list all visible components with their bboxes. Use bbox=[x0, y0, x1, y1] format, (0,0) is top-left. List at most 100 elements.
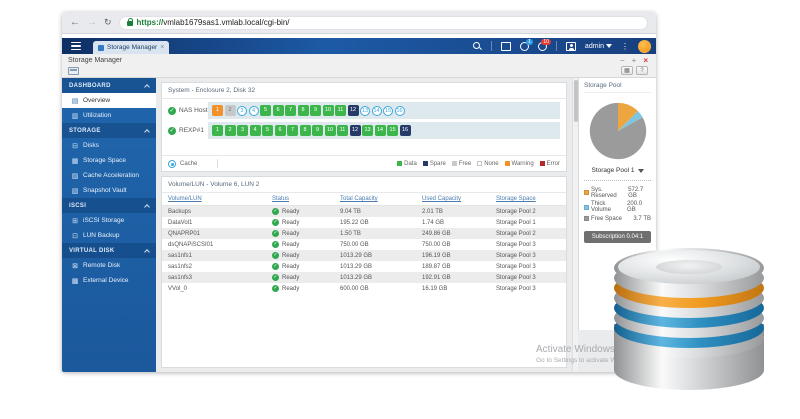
disk-slot-15[interactable]: 15 bbox=[387, 125, 398, 136]
cache-icon bbox=[168, 160, 176, 168]
admin-menu[interactable]: admin bbox=[585, 43, 612, 50]
table-row-qnaprp01[interactable]: QNAPRP01✓Ready1.50 TB249.86 GBStorage Po… bbox=[162, 228, 566, 239]
cache-acceleration-icon: ▨ bbox=[71, 172, 79, 180]
reload-icon[interactable]: ↻ bbox=[104, 18, 112, 27]
tab-close-icon[interactable]: × bbox=[160, 44, 164, 51]
disk-slot-7[interactable]: 7 bbox=[285, 105, 296, 116]
disk-slot-3[interactable]: 3 bbox=[237, 125, 248, 136]
disk-slot-10[interactable]: 10 bbox=[323, 105, 334, 116]
avatar[interactable] bbox=[638, 40, 651, 53]
disk-slot-13[interactable]: 13 bbox=[360, 106, 370, 116]
sidebar-section-iscsi[interactable]: iSCSI bbox=[62, 198, 156, 213]
sidebar-item-disks[interactable]: ⊟Disks bbox=[62, 138, 156, 153]
disk-slot-2[interactable]: 2 bbox=[225, 125, 236, 136]
disk-slot-2[interactable]: 2 bbox=[225, 105, 236, 116]
pool-legend: Sys. Reserved572.7 GBThick Volume200.0 G… bbox=[584, 184, 651, 224]
table-row-datavol1[interactable]: DataVol1✓Ready195.22 GB1.74 GBStorage Po… bbox=[162, 217, 566, 228]
column-header-storage-space[interactable]: Storage Space bbox=[496, 196, 560, 202]
legend-label: Sys. Reserved bbox=[591, 187, 626, 199]
legend-label: Data bbox=[404, 161, 417, 167]
scrollbar-thumb[interactable] bbox=[574, 80, 578, 122]
back-icon[interactable]: ← bbox=[70, 18, 80, 28]
table-row-backups[interactable]: Backups✓Ready9.04 TB2.01 TBStorage Pool … bbox=[162, 206, 566, 217]
more-options-icon[interactable]: ⋮ bbox=[621, 42, 629, 51]
disk-slot-1[interactable]: 1 bbox=[212, 125, 223, 136]
main-menu-icon[interactable] bbox=[71, 40, 81, 52]
disk-slot-6[interactable]: 6 bbox=[275, 125, 286, 136]
enclosure-row: ✓REXP#112345678910111213141516 bbox=[162, 122, 560, 139]
disk-slot-4[interactable]: 4 bbox=[249, 106, 259, 116]
table-row-dsqnapiscsi01[interactable]: dsQNAPiSCSI01✓Ready750.00 GB750.00 GBSto… bbox=[162, 239, 566, 250]
sidebar-item-overview[interactable]: ▤Overview bbox=[62, 93, 156, 108]
forward-icon[interactable]: → bbox=[87, 18, 97, 28]
disk-slot-8[interactable]: 8 bbox=[298, 105, 309, 116]
disk-slot-15[interactable]: 15 bbox=[383, 106, 393, 116]
disk-slot-3[interactable]: 3 bbox=[237, 106, 247, 116]
maximize-button[interactable]: + bbox=[632, 56, 637, 65]
notifications-icon[interactable]: 1 bbox=[520, 42, 529, 51]
table-row-sas1nfs2[interactable]: sas1nfs2✓Ready1013.29 GB189.87 GBStorage… bbox=[162, 261, 566, 272]
volume-table-body: Backups✓Ready9.04 TB2.01 TBStorage Pool … bbox=[162, 206, 566, 294]
sidebar-item-iscsi-storage[interactable]: ⊞iSCSI Storage bbox=[62, 213, 156, 228]
help-button[interactable]: ? bbox=[636, 66, 648, 75]
disk-slot-4[interactable]: 4 bbox=[250, 125, 261, 136]
sidebar-item-remote-disk[interactable]: ⊠Remote Disk bbox=[62, 258, 156, 273]
status-ok-icon: ✓ bbox=[168, 107, 176, 115]
close-button[interactable]: × bbox=[643, 56, 648, 65]
table-row-vvol-0[interactable]: VVol_0✓Ready600.00 GB16.19 GBStorage Poo… bbox=[162, 283, 566, 294]
disk-slot-10[interactable]: 10 bbox=[325, 125, 336, 136]
cell: 1.74 GB bbox=[422, 220, 496, 226]
sidebar-section-dashboard[interactable]: DASHBOARD bbox=[62, 78, 156, 93]
disk-slot-8[interactable]: 8 bbox=[300, 125, 311, 136]
disk-slot-5[interactable]: 5 bbox=[260, 105, 271, 116]
disk-slot-14[interactable]: 14 bbox=[372, 106, 382, 116]
sidebar-item-storage-space[interactable]: ▦Storage Space bbox=[62, 153, 156, 168]
disk-slot-6[interactable]: 6 bbox=[273, 105, 284, 116]
column-header-total-capacity[interactable]: Total Capacity bbox=[340, 196, 422, 202]
disk-slot-9[interactable]: 9 bbox=[310, 105, 321, 116]
enclosure-name: NAS Host bbox=[179, 107, 208, 114]
sidebar-item-snapshot-vault[interactable]: ▧Snapshot Vault bbox=[62, 183, 156, 198]
disk-slot-9[interactable]: 9 bbox=[312, 125, 323, 136]
disk-slot-16[interactable]: 16 bbox=[400, 125, 411, 136]
app-body: DASHBOARD▤Overview▥UtilizationSTORAGE⊟Di… bbox=[62, 78, 656, 372]
pool-selector[interactable]: Storage Pool 1 bbox=[584, 167, 651, 174]
disk-slot-11[interactable]: 11 bbox=[335, 105, 346, 116]
minimize-button[interactable]: − bbox=[620, 56, 625, 65]
address-bar[interactable]: https://vmlab1679sas1.vmlab.local/cgi-bi… bbox=[119, 16, 648, 30]
disk-slot-5[interactable]: 5 bbox=[262, 125, 273, 136]
disk-slot-16[interactable]: 16 bbox=[395, 106, 405, 116]
disk-slot-1[interactable]: 1 bbox=[212, 105, 223, 116]
table-row-sas1nfs3[interactable]: sas1nfs3✓Ready1013.29 GB192.91 GBStorage… bbox=[162, 272, 566, 283]
sidebar-item-utilization[interactable]: ▥Utilization bbox=[62, 108, 156, 123]
status-cell: ✓Ready bbox=[272, 285, 340, 292]
status-ok-icon: ✓ bbox=[272, 263, 279, 270]
table-row-sas1nfs1[interactable]: sas1nfs1✓Ready1013.29 GB196.19 GBStorage… bbox=[162, 250, 566, 261]
dashboard-button[interactable]: ▦ bbox=[621, 66, 633, 75]
sidebar-item-lun-backup[interactable]: ⊡LUN Backup bbox=[62, 228, 156, 243]
column-header-used-capacity[interactable]: Used Capacity bbox=[422, 196, 496, 202]
column-header-volume-lun[interactable]: Volume/LUN bbox=[168, 196, 272, 202]
legend-label: Free Space bbox=[591, 216, 622, 222]
user-icon[interactable] bbox=[566, 42, 576, 51]
disk-slot-14[interactable]: 14 bbox=[375, 125, 386, 136]
background-tasks-icon[interactable] bbox=[501, 42, 511, 51]
sidebar-item-cache-acceleration[interactable]: ▨Cache Acceleration bbox=[62, 168, 156, 183]
vertical-scrollbar[interactable] bbox=[572, 78, 578, 372]
disk-slot-7[interactable]: 7 bbox=[287, 125, 298, 136]
legend-item-none: None bbox=[477, 161, 498, 167]
disk-slot-11[interactable]: 11 bbox=[337, 125, 348, 136]
sidebar-item-label: Disks bbox=[83, 142, 99, 149]
events-icon[interactable]: 10 bbox=[538, 42, 547, 51]
disk-slot-12[interactable]: 12 bbox=[348, 105, 359, 116]
disk-slot-12[interactable]: 12 bbox=[350, 125, 361, 136]
search-icon[interactable] bbox=[473, 42, 482, 51]
column-header-status[interactable]: Status bbox=[272, 196, 340, 202]
sidebar-section-storage[interactable]: STORAGE bbox=[62, 123, 156, 138]
sidebar-item-external-device[interactable]: ▩External Device bbox=[62, 273, 156, 288]
tab-storage-manager[interactable]: Storage Manager × bbox=[93, 41, 169, 54]
sidebar-section-virtual-disk[interactable]: VIRTUAL DISK bbox=[62, 243, 156, 258]
tab-label: Storage Manager bbox=[107, 44, 157, 51]
disk-slot-13[interactable]: 13 bbox=[362, 125, 373, 136]
cell: 9.04 TB bbox=[340, 209, 422, 215]
